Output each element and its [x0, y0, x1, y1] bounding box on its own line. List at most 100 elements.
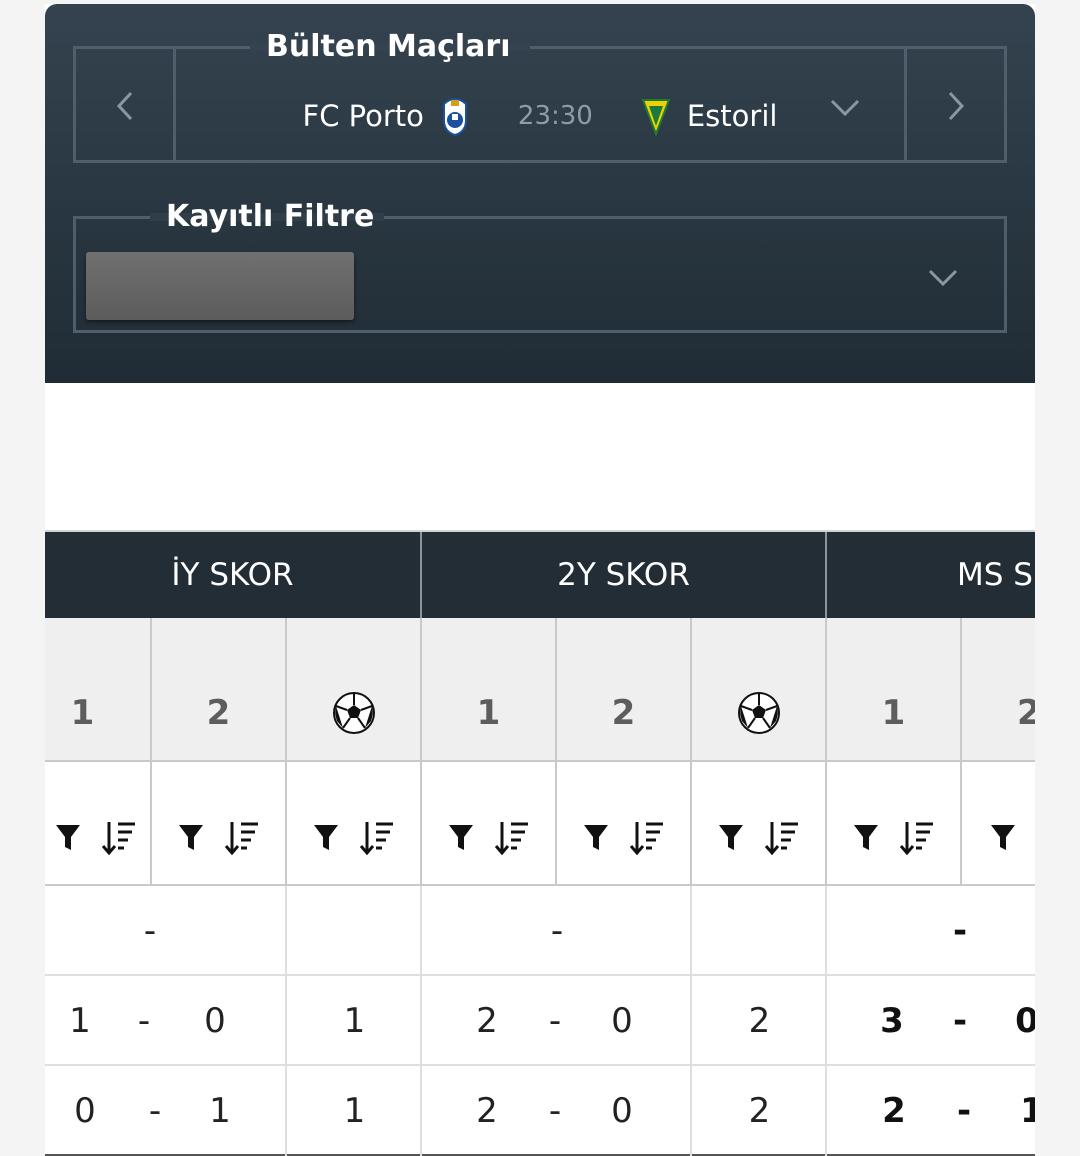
iy-goals-cell: 1 — [285, 976, 420, 1066]
iy-goals-cell: 1 — [285, 1066, 420, 1156]
iy-away-score — [200, 886, 230, 976]
filter-panel: Bülten Maçları FC Porto 23:30 Estoril Ka… — [45, 4, 1035, 383]
sort-icon[interactable] — [101, 820, 137, 856]
filter-icon[interactable] — [55, 823, 81, 853]
2y-goals-cell — [690, 886, 825, 976]
group-ms-score: MS S — [825, 532, 1035, 618]
soccer-ball-icon — [737, 692, 780, 734]
page-margin-right — [1035, 0, 1080, 1156]
2y-away-score — [607, 886, 637, 976]
saved-filter-select[interactable]: Kayıtlı Filtre — [73, 199, 1007, 333]
filter-icon[interactable] — [313, 823, 339, 853]
bulletin-match-selector: Bülten Maçları FC Porto 23:30 Estoril — [73, 29, 1007, 163]
page-margin-left — [0, 0, 45, 1156]
score-separator: - — [548, 1091, 562, 1131]
sort-icon[interactable] — [764, 820, 800, 856]
ms-score-cell: 3 - 0 — [825, 976, 1035, 1066]
filter-sort-cell — [825, 762, 960, 886]
col-iy-home[interactable]: 1 — [45, 618, 150, 762]
sort-icon[interactable] — [359, 820, 395, 856]
2y-score-cell: 2 - 0 — [420, 976, 690, 1066]
col-iy-away[interactable]: 2 — [150, 618, 285, 762]
chevron-right-icon — [948, 91, 964, 120]
2y-score-cell: 2 - 0 — [420, 1066, 690, 1156]
filter-icon[interactable] — [178, 823, 204, 853]
col-2y-goals[interactable] — [690, 618, 825, 762]
col-2y-away[interactable]: 2 — [555, 618, 690, 762]
2y-home-score: 2 — [476, 1091, 498, 1131]
iy-total-goals: 1 — [343, 1091, 366, 1131]
iy-home-score — [65, 886, 95, 976]
ms-away-score: 0 — [1015, 1001, 1035, 1041]
group-2y-score: 2Y SKOR — [420, 532, 825, 618]
col-2y-home[interactable]: 1 — [420, 618, 555, 762]
prev-match-button[interactable] — [76, 49, 176, 162]
score-separator: - — [148, 1091, 162, 1131]
2y-total-goals: 2 — [748, 1001, 771, 1041]
2y-home-score: 2 — [476, 1001, 498, 1041]
estoril-crest-icon — [641, 98, 671, 136]
chevron-down-icon[interactable] — [928, 269, 958, 287]
score-separator: - — [956, 1091, 972, 1131]
iy-away-score: 1 — [209, 1091, 231, 1131]
col-ms-home[interactable]: 1 — [825, 618, 960, 762]
filter-sort-row — [45, 762, 1035, 886]
filter-icon[interactable] — [990, 823, 1016, 853]
saved-filter-legend: Kayıtlı Filtre — [166, 199, 375, 234]
score-separator: - — [550, 911, 564, 951]
ms-home-score: 2 — [882, 1091, 906, 1131]
iy-score-cell: - — [45, 886, 285, 976]
ms-home-score — [877, 886, 907, 976]
2y-score-cell: - — [420, 886, 690, 976]
ms-home-score: 3 — [880, 1001, 904, 1041]
fc-porto-crest-icon — [442, 97, 467, 136]
sort-icon[interactable] — [629, 820, 665, 856]
chevron-down-icon[interactable] — [830, 99, 860, 117]
column-header-row: 1 2 1 2 1 2 — [45, 618, 1035, 762]
next-match-button[interactable] — [904, 49, 1004, 162]
filter-sort-cell — [555, 762, 690, 886]
iy-home-score: 0 — [74, 1091, 96, 1131]
2y-home-score — [472, 886, 502, 976]
2y-away-score: 0 — [611, 1091, 633, 1131]
filter-icon[interactable] — [718, 823, 744, 853]
iy-goals-cell — [285, 886, 420, 976]
ms-score-cell: 2 - 1 — [825, 1066, 1035, 1156]
group-iy-score: İY SKOR — [171, 557, 294, 593]
col-iy-goals[interactable] — [285, 618, 420, 762]
ms-away-score — [1012, 886, 1035, 976]
2y-total-goals — [692, 886, 827, 976]
2y-total-goals: 2 — [748, 1091, 771, 1131]
iy-total-goals — [287, 886, 422, 976]
filter-sort-cell — [45, 762, 150, 886]
score-separator: - — [143, 911, 157, 951]
sort-icon[interactable] — [224, 820, 260, 856]
iy-away-score: 0 — [204, 1001, 226, 1041]
filter-icon[interactable] — [853, 823, 879, 853]
score-separator: - — [952, 911, 968, 951]
filter-icon[interactable] — [583, 823, 609, 853]
table-row[interactable]: - - - — [45, 886, 1035, 976]
match-card: Bülten Maçları FC Porto 23:30 Estoril Ka… — [45, 4, 1035, 1156]
ms-score-cell: - — [825, 886, 1035, 976]
filter-icon[interactable] — [448, 823, 474, 853]
2y-goals-cell: 2 — [690, 1066, 825, 1156]
filter-sort-cell — [150, 762, 285, 886]
iy-score-cell: 1 - 0 — [45, 976, 285, 1066]
table-row[interactable]: 1 - 0 1 2 - 0 2 3 - 0 — [45, 976, 1035, 1066]
table-row[interactable]: 0 - 1 1 2 - 0 2 2 - 1 — [45, 1066, 1035, 1156]
redacted-filter-value — [86, 252, 354, 320]
col-ms-away[interactable]: 2 — [960, 618, 1035, 762]
2y-away-score: 0 — [611, 1001, 633, 1041]
iy-total-goals: 1 — [343, 1001, 366, 1041]
sort-icon[interactable] — [899, 820, 935, 856]
soccer-ball-icon — [332, 692, 375, 734]
iy-score-cell: 0 - 1 — [45, 1066, 285, 1156]
score-separator: - — [952, 1001, 968, 1041]
match-select[interactable]: FC Porto 23:30 Estoril — [176, 59, 904, 172]
filter-sort-cell — [285, 762, 420, 886]
2y-goals-cell: 2 — [690, 976, 825, 1066]
match-time: 23:30 — [517, 100, 593, 131]
sort-icon[interactable] — [494, 820, 530, 856]
ms-away-score: 1 — [1020, 1091, 1035, 1131]
